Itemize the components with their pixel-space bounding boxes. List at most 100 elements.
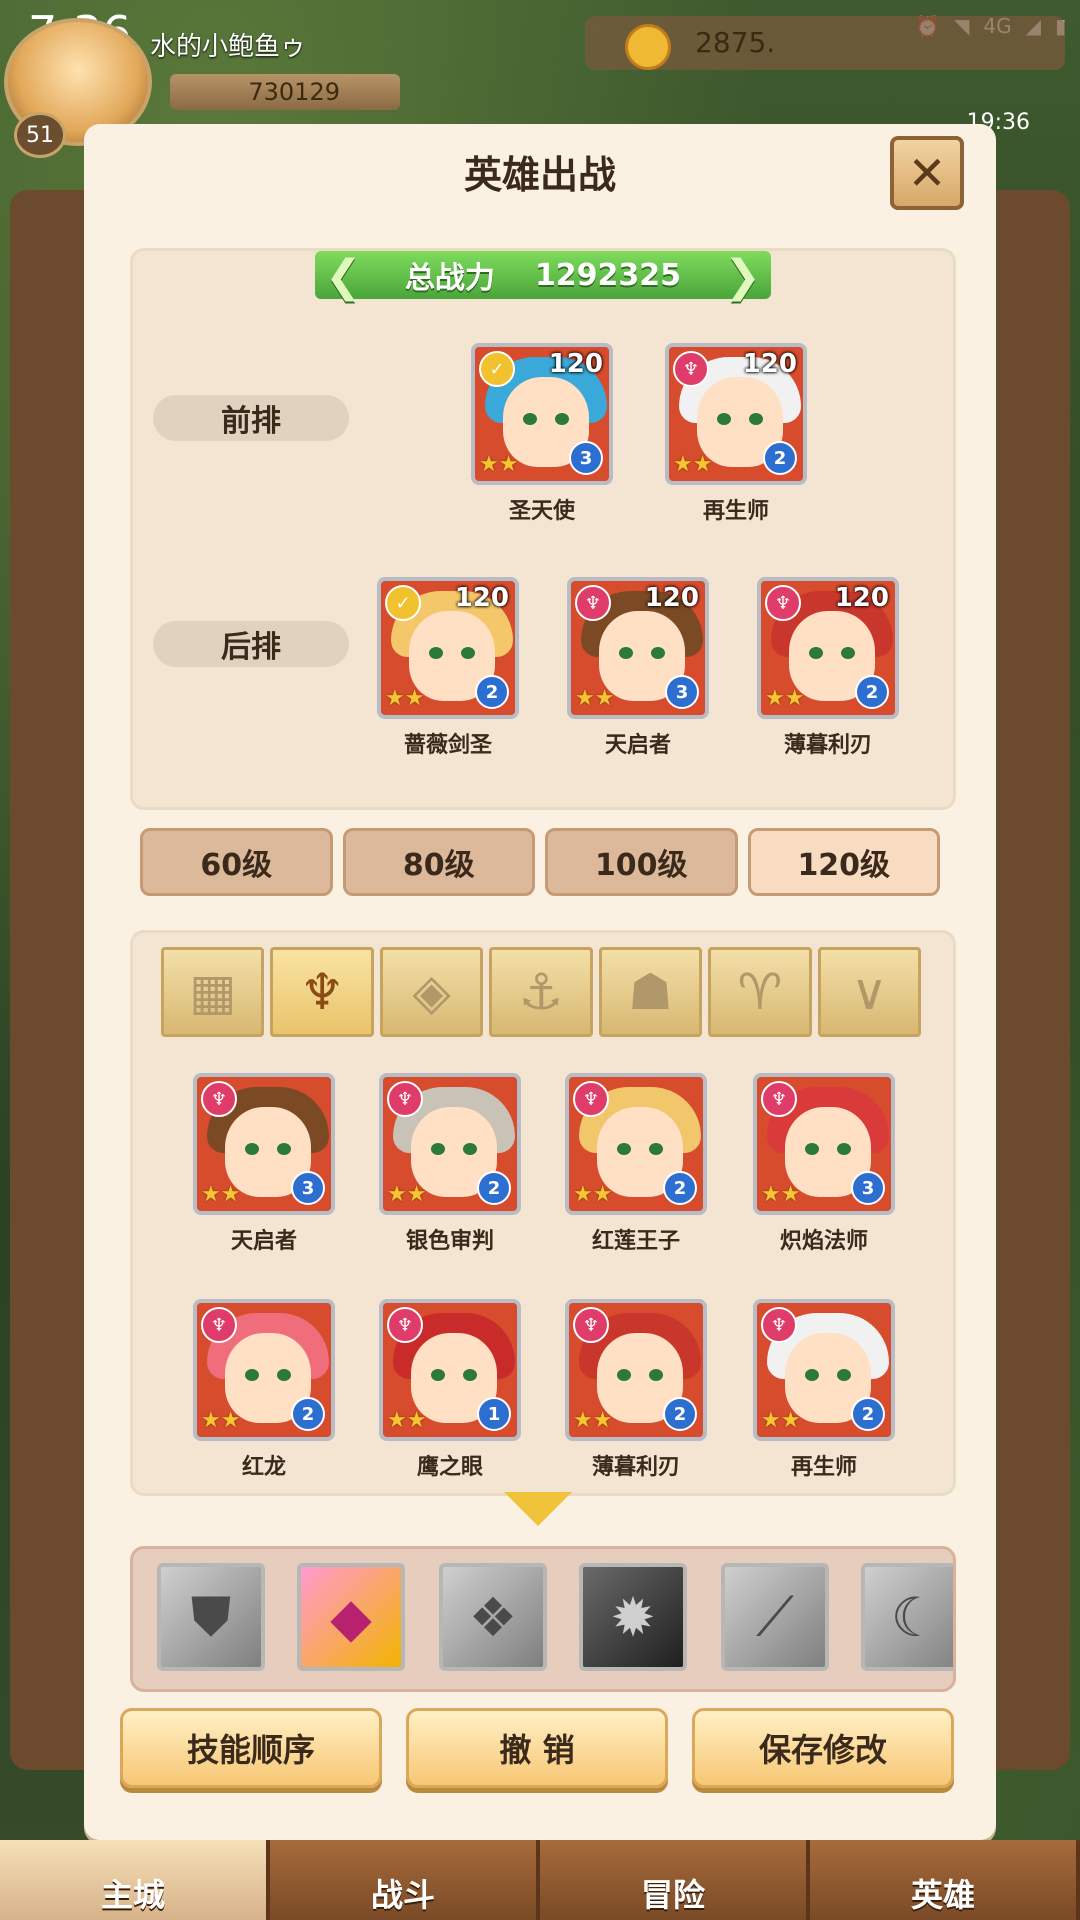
- class-flame-icon: ♆: [573, 1081, 609, 1117]
- class-gold-icon: ✓: [479, 351, 515, 387]
- hero-card[interactable]: ♆ 120 ★★ 2 再生师: [665, 343, 815, 525]
- class-gold-icon: ✓: [385, 585, 421, 621]
- hero-eye: [277, 1369, 291, 1381]
- gold-bar[interactable]: 2875.: [585, 16, 1065, 70]
- hero-portrait[interactable]: ✓ 120 ★★ 3: [471, 343, 613, 485]
- hero-eye: [749, 413, 763, 425]
- hero-rank-badge: 3: [291, 1171, 325, 1205]
- dark-skill-icon[interactable]: ✹: [579, 1563, 687, 1671]
- hero-portrait[interactable]: ♆ ★★ 3: [753, 1073, 895, 1215]
- hero-portrait[interactable]: ♆ ★★ 2: [565, 1299, 707, 1441]
- bottom-nav: 主城 战斗 冒险 英雄: [0, 1840, 1080, 1920]
- hero-eye: [841, 647, 855, 659]
- nav-heroes[interactable]: 英雄: [810, 1840, 1080, 1920]
- class-flame-icon: ♆: [761, 1081, 797, 1117]
- hero-card[interactable]: ♆ ★★ 2 再生师: [753, 1299, 903, 1481]
- wing-icon[interactable]: ∨: [817, 947, 921, 1037]
- undo-button[interactable]: 撤 销: [406, 1708, 668, 1788]
- class-flame-icon: ♆: [201, 1307, 237, 1343]
- hero-portrait[interactable]: ♆ ★★ 2: [379, 1073, 521, 1215]
- hero-portrait[interactable]: ♆ 120 ★★ 2: [665, 343, 807, 485]
- tab-level-60[interactable]: 60级: [140, 828, 333, 896]
- hero-name: 圣天使: [508, 499, 575, 524]
- hero-card[interactable]: ♆ 120 ★★ 3 天启者: [567, 577, 717, 759]
- total-power-value: 1292325: [534, 257, 682, 293]
- hero-rank-badge: 2: [663, 1397, 697, 1431]
- tab-level-100[interactable]: 100级: [545, 828, 738, 896]
- hero-card[interactable]: ✓ 120 ★★ 2 蔷薇剑圣: [377, 577, 527, 759]
- close-button[interactable]: ✕: [890, 136, 964, 210]
- hero-card[interactable]: ♆ ★★ 3 天启者: [193, 1073, 343, 1255]
- horns-icon[interactable]: ♈: [708, 947, 812, 1037]
- class-flame-icon: ♆: [761, 1307, 797, 1343]
- nav-adventure[interactable]: 冒险: [540, 1840, 810, 1920]
- hero-card[interactable]: ♆ ★★ 2 红莲王子: [565, 1073, 715, 1255]
- hero-portrait[interactable]: ♆ ★★ 2: [193, 1299, 335, 1441]
- hero-name: 天启者: [230, 1229, 297, 1254]
- hero-rank-badge: 3: [665, 675, 699, 709]
- hero-rank-badge: 2: [477, 1171, 511, 1205]
- hero-eye: [245, 1143, 259, 1155]
- shard-skill-icon[interactable]: ⟋: [721, 1563, 829, 1671]
- hero-name: 薄暮利刃: [591, 1455, 680, 1480]
- star-rating-icon: ★★: [387, 1408, 427, 1433]
- blade-skill-icon[interactable]: ☾: [861, 1563, 953, 1671]
- gem-skill-icon[interactable]: ◆: [297, 1563, 405, 1671]
- hero-card[interactable]: ♆ ★★ 2 薄暮利刃: [565, 1299, 715, 1481]
- hero-card[interactable]: ♆ ★★ 2 银色审判: [379, 1073, 529, 1255]
- all-icon[interactable]: ▦: [161, 947, 265, 1037]
- hero-eye: [619, 647, 633, 659]
- hero-name: 再生师: [702, 499, 769, 524]
- skill-order-button[interactable]: 技能顺序: [120, 1708, 382, 1788]
- flame-icon[interactable]: ♆: [270, 947, 374, 1037]
- hero-name: 鹰之眼: [416, 1455, 483, 1480]
- player-power: 730129: [170, 74, 400, 110]
- hero-portrait[interactable]: ♆ 120 ★★ 3: [567, 577, 709, 719]
- nav-main-city[interactable]: 主城: [0, 1840, 270, 1920]
- hero-portrait[interactable]: ✓ 120 ★★ 2: [377, 577, 519, 719]
- hero-portrait[interactable]: ♆ ★★ 2: [753, 1299, 895, 1441]
- hero-rank-badge: 2: [855, 675, 889, 709]
- hero-eye: [837, 1143, 851, 1155]
- player-hud: 51 水的小鲍鱼ゥ 730129: [0, 0, 420, 158]
- hero-card[interactable]: ♆ 120 ★★ 2 薄暮利刃: [757, 577, 907, 759]
- tab-level-120[interactable]: 120级: [747, 828, 940, 896]
- diamond-icon[interactable]: ◈: [379, 947, 484, 1037]
- star-rating-icon: ★★: [575, 686, 615, 711]
- class-flame-icon: ♆: [387, 1307, 423, 1343]
- hero-eye: [651, 647, 665, 659]
- hero-card[interactable]: ♆ ★★ 3 炽焰法师: [753, 1073, 903, 1255]
- star-rating-icon: ★★: [201, 1182, 241, 1207]
- hero-portrait[interactable]: ♆ ★★ 3: [193, 1073, 335, 1215]
- hero-level: 120: [644, 583, 699, 613]
- shield-skill-icon[interactable]: ⛊: [157, 1563, 265, 1671]
- crystal-skill-icon[interactable]: ❖: [439, 1563, 547, 1671]
- hero-portrait[interactable]: ♆ 120 ★★ 2: [757, 577, 899, 719]
- front-row-label: 前排: [153, 395, 349, 441]
- save-button[interactable]: 保存修改: [692, 1708, 954, 1788]
- hero-card[interactable]: ♆ ★★ 1 鹰之眼: [379, 1299, 529, 1481]
- hero-level: 120: [548, 349, 603, 379]
- lineup-panel: ❮ 总战力 1292325 ❯ 前排 后排 ✓ 120 ★★ 3 圣天使 ♆ 120 ★★ 2 再…: [130, 248, 956, 810]
- hero-eye: [805, 1143, 819, 1155]
- nav-battle[interactable]: 战斗: [270, 1840, 540, 1920]
- chevron-left-icon: ❮: [325, 251, 362, 302]
- hero-eye: [617, 1143, 631, 1155]
- class-flame-icon: ♆: [673, 351, 709, 387]
- level-tabs: 60级 80级 100级 120级: [140, 828, 940, 896]
- hero-card[interactable]: ♆ ★★ 2 红龙: [193, 1299, 343, 1481]
- hero-card[interactable]: ✓ 120 ★★ 3 圣天使: [471, 343, 621, 525]
- hero-eye: [649, 1369, 663, 1381]
- anchor-icon[interactable]: ⚓: [489, 947, 593, 1037]
- expand-arrow-icon[interactable]: [504, 1492, 572, 1526]
- beast-icon[interactable]: ☗: [598, 947, 703, 1037]
- hero-eye: [649, 1143, 663, 1155]
- hero-eye: [431, 1143, 445, 1155]
- tab-level-80[interactable]: 80级: [342, 828, 535, 896]
- hero-eye: [463, 1369, 477, 1381]
- hero-portrait[interactable]: ♆ ★★ 2: [565, 1073, 707, 1215]
- star-rating-icon: ★★: [201, 1408, 241, 1433]
- hero-portrait[interactable]: ♆ ★★ 1: [379, 1299, 521, 1441]
- hero-eye: [461, 647, 475, 659]
- gold-coin-icon: [625, 24, 671, 70]
